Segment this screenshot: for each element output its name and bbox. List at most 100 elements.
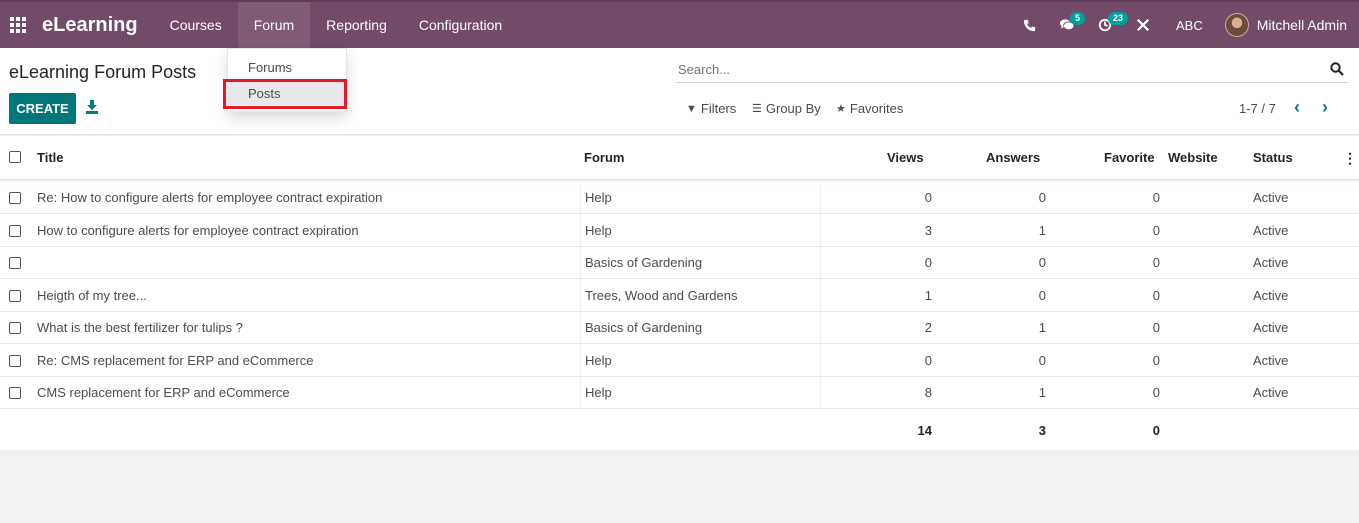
cell-views: 1 — [924, 287, 932, 303]
cell-views: 0 — [924, 190, 932, 205]
activities-badge: 23 — [1108, 12, 1129, 25]
column-separator — [580, 181, 581, 214]
cell-answers: 0 — [1038, 352, 1046, 368]
search-icon[interactable] — [1330, 62, 1344, 76]
apps-menu-icon[interactable] — [0, 2, 36, 48]
group-by-button[interactable]: ☰ Group By — [752, 101, 821, 116]
total-views: 14 — [917, 423, 932, 438]
menu-reporting[interactable]: Reporting — [310, 2, 403, 48]
cell-favorite: 0 — [1152, 190, 1160, 205]
cell-views: 3 — [924, 222, 932, 238]
cell-answers: 0 — [1038, 287, 1046, 303]
cell-favorite: 0 — [1152, 222, 1160, 238]
table-row[interactable]: Re: How to configure alerts for employee… — [0, 181, 1359, 214]
cell-favorite: 0 — [1152, 255, 1160, 270]
table-row[interactable]: CMS replacement for ERP and eCommerce Hel… — [0, 376, 1359, 409]
table-row[interactable]: Heigth of my tree... Trees, Wood and Gard… — [0, 278, 1359, 312]
header-forum[interactable]: Forum — [584, 150, 624, 165]
column-separator — [820, 246, 821, 279]
row-checkbox[interactable] — [9, 387, 21, 399]
header-status[interactable]: Status — [1253, 150, 1293, 165]
cell-favorite: 0 — [1152, 320, 1160, 335]
total-favorite: 0 — [1152, 423, 1160, 438]
debug-tools-icon[interactable] — [1128, 2, 1158, 48]
app-brand[interactable]: eLearning — [42, 14, 138, 37]
cell-title: CMS replacement for ERP and eCommerce — [37, 385, 290, 400]
search-input[interactable] — [678, 62, 1298, 77]
row-checkbox[interactable] — [9, 257, 21, 269]
row-checkbox[interactable] — [9, 354, 21, 367]
total-answers: 3 — [1038, 423, 1046, 438]
header-favorite[interactable]: Favorite — [1104, 150, 1155, 165]
table-row[interactable]: Re: CMS replacement for ERP and eCommerc… — [0, 343, 1359, 377]
table-header: Title Forum Views Answers Favorite Websi… — [0, 136, 1359, 180]
cell-views: 0 — [924, 352, 932, 368]
cell-forum: Help — [585, 222, 612, 238]
column-separator — [580, 311, 581, 344]
column-separator — [580, 278, 581, 312]
menu-courses[interactable]: Courses — [154, 2, 238, 48]
cell-status: Active — [1253, 287, 1289, 303]
favorites-button[interactable]: ★ Favorites — [836, 101, 903, 116]
company-switcher[interactable]: ABC — [1176, 18, 1203, 33]
cell-status: Active — [1253, 320, 1289, 335]
table-footer-totals: 14 3 0 — [0, 409, 1359, 449]
header-title[interactable]: Title — [37, 150, 64, 165]
search-bar — [676, 59, 1348, 83]
user-name: Mitchell Admin — [1256, 17, 1347, 33]
cell-status: Active — [1253, 190, 1289, 205]
row-checkbox[interactable] — [9, 289, 21, 302]
pager-next-icon[interactable]: › — [1322, 98, 1336, 116]
column-separator — [820, 311, 821, 344]
messages-icon[interactable]: 5 — [1052, 2, 1086, 48]
cell-status: Active — [1253, 352, 1289, 368]
table-row[interactable]: How to configure alerts for employee con… — [0, 213, 1359, 247]
row-checkbox[interactable] — [9, 224, 21, 237]
filters-label: Filters — [700, 101, 737, 116]
header-answers[interactable]: Answers — [986, 150, 1040, 165]
row-checkbox[interactable] — [9, 322, 21, 334]
cell-forum: Help — [585, 385, 612, 400]
filter-icon: ▼ — [686, 102, 697, 115]
optional-columns-icon[interactable]: ⋮ — [1343, 150, 1357, 167]
cell-title: Heigth of my tree... — [37, 287, 147, 303]
column-separator — [580, 246, 581, 279]
posts-list: Title Forum Views Answers Favorite Websi… — [0, 136, 1359, 450]
page-title: eLearning Forum Posts — [9, 62, 197, 82]
cell-favorite: 0 — [1152, 385, 1160, 400]
cell-title: Re: How to configure alerts for employee… — [37, 190, 383, 205]
phone-icon[interactable] — [1014, 2, 1044, 48]
table-row[interactable]: Basics of Gardening 0 0 0 Active — [0, 246, 1359, 279]
pager-previous-icon[interactable]: ‹ — [1294, 98, 1308, 116]
select-all-checkbox[interactable] — [9, 151, 21, 163]
user-menu[interactable]: Mitchell Admin — [1224, 13, 1347, 37]
cell-answers: 1 — [1038, 320, 1046, 335]
column-separator — [820, 278, 821, 312]
cell-forum: Help — [585, 352, 612, 368]
header-website[interactable]: Website — [1168, 150, 1218, 165]
column-separator — [580, 343, 581, 377]
control-panel: eLearning Forum Posts CREATE ▼ Filters ☰… — [0, 48, 1359, 135]
cell-answers: 0 — [1038, 255, 1046, 270]
highlight-box — [223, 79, 347, 109]
create-button[interactable]: CREATE — [9, 93, 76, 124]
dropdown-item-forums[interactable]: Forums — [228, 55, 346, 79]
group-by-icon: ☰ — [752, 103, 762, 115]
cell-forum: Help — [585, 190, 612, 205]
table-row[interactable]: What is the best fertilizer for tulips ?… — [0, 311, 1359, 344]
download-icon[interactable] — [86, 100, 100, 116]
cell-forum: Basics of Gardening — [585, 320, 703, 335]
filters-button[interactable]: ▼ Filters — [686, 101, 736, 116]
cell-views: 8 — [924, 385, 932, 400]
activities-icon[interactable]: 23 — [1090, 2, 1129, 48]
row-checkbox[interactable] — [9, 192, 21, 204]
header-views[interactable]: Views — [887, 150, 924, 165]
cell-status: Active — [1253, 255, 1289, 270]
cell-forum: Trees, Wood and Gardens — [585, 287, 738, 303]
pager-value[interactable]: 1-7 / 7 — [1239, 101, 1276, 116]
menu-forum[interactable]: Forum — [237, 2, 311, 48]
menu-configuration[interactable]: Configuration — [403, 2, 518, 48]
column-separator — [820, 213, 821, 247]
cell-title: What is the best fertilizer for tulips ? — [37, 320, 243, 335]
cell-title: How to configure alerts for employee con… — [37, 222, 359, 238]
